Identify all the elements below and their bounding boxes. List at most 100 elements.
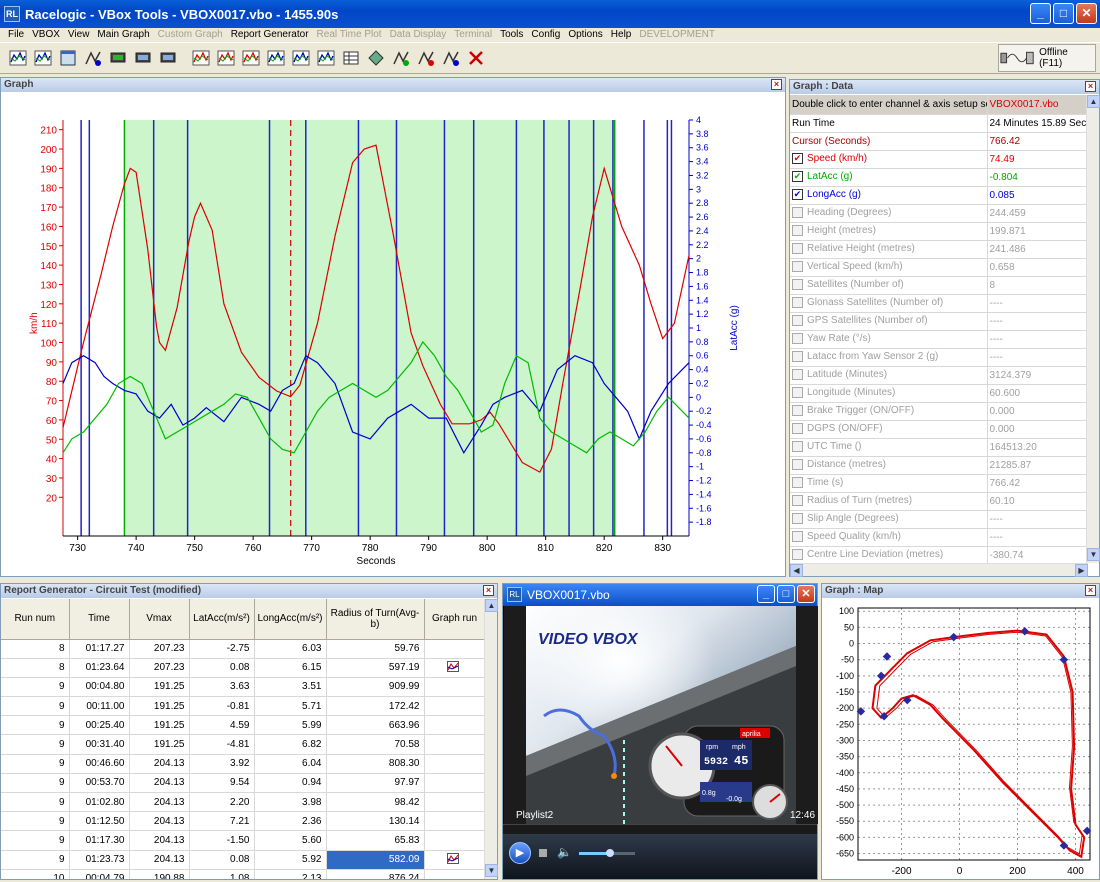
- channel-checkbox[interactable]: [792, 531, 803, 543]
- report-row[interactable]: 9 00:25.40 191.25 4.59 5.99 663.96: [1, 715, 485, 736]
- graph-run-icon[interactable]: [446, 660, 459, 672]
- data-row[interactable]: ✔ Speed (km/h) 74.49: [790, 150, 1086, 169]
- data-row[interactable]: Cursor (Seconds) 766.42: [790, 132, 1086, 151]
- graph-run-cell[interactable]: [424, 869, 485, 879]
- table-icon[interactable]: [339, 47, 362, 70]
- data-row[interactable]: ✔ LongAcc (g) 0.085: [790, 186, 1086, 205]
- scroll-left-arrow-icon[interactable]: ◀: [790, 564, 803, 577]
- maximize-button[interactable]: □: [1053, 3, 1074, 24]
- graph-run-cell[interactable]: [424, 773, 485, 794]
- channel-checkbox[interactable]: [792, 207, 803, 219]
- channel-checkbox[interactable]: [792, 495, 803, 507]
- data-row[interactable]: GPS Satellites (Number of) ----: [790, 312, 1086, 331]
- scroll-down-arrow-icon[interactable]: ▼: [1087, 548, 1100, 561]
- data-row[interactable]: Slip Angle (Degrees) ----: [790, 510, 1086, 529]
- data-row[interactable]: Vertical Speed (km/h) 0.658: [790, 258, 1086, 277]
- menu-item-config[interactable]: Config: [527, 28, 564, 42]
- bar-chart-red-icon[interactable]: [189, 47, 212, 70]
- offline-button[interactable]: Offline (F11): [998, 44, 1096, 72]
- compare-graph-icon[interactable]: [289, 47, 312, 70]
- menu-item-options[interactable]: Options: [564, 28, 606, 42]
- report-scroll-down-icon[interactable]: ▼: [485, 864, 498, 877]
- menu-item-help[interactable]: Help: [607, 28, 636, 42]
- graph-run-cell[interactable]: [424, 734, 485, 755]
- data-row[interactable]: Height (metres) 199.871: [790, 222, 1086, 241]
- report-column-header[interactable]: LatAcc(m/s²): [189, 599, 255, 640]
- channel-checkbox[interactable]: [792, 315, 803, 327]
- report-scrollbar[interactable]: ▲ ▼: [484, 599, 498, 879]
- data-row[interactable]: Glonass Satellites (Number of) ----: [790, 294, 1086, 313]
- channel-checkbox[interactable]: [792, 261, 803, 273]
- menu-item-main-graph[interactable]: Main Graph: [93, 28, 153, 42]
- report-scroll-up-icon[interactable]: ▲: [485, 599, 498, 612]
- report-panel-close-icon[interactable]: ×: [483, 585, 494, 596]
- graph-run-cell[interactable]: [424, 754, 485, 774]
- graph-run-cell[interactable]: [424, 830, 485, 851]
- report-row[interactable]: 9 00:46.60 204.13 3.92 6.04 808.30: [1, 754, 485, 774]
- channel-checkbox[interactable]: [792, 549, 803, 561]
- laptop-icon[interactable]: [156, 47, 179, 70]
- report-row[interactable]: 9 01:02.80 204.13 2.20 3.98 98.42: [1, 792, 485, 813]
- menu-item-report-generator[interactable]: Report Generator: [227, 28, 313, 42]
- scroll-right-arrow-icon[interactable]: ▶: [1075, 564, 1088, 577]
- graph-run-cell[interactable]: [424, 811, 485, 832]
- play-button-icon[interactable]: ▶: [509, 842, 531, 864]
- track-blue-icon[interactable]: [439, 47, 462, 70]
- graph-run-icon[interactable]: [446, 852, 459, 864]
- map-panel-close-icon[interactable]: ×: [1085, 585, 1096, 596]
- graph-run-cell[interactable]: [424, 677, 485, 698]
- report-column-header[interactable]: LongAcc(m/s²): [254, 599, 327, 640]
- data-row[interactable]: Radius of Turn (metres) 60.10: [790, 492, 1086, 511]
- channel-10-icon[interactable]: [264, 47, 287, 70]
- report-row[interactable]: 9 01:23.73 204.13 0.08 5.92 582.09: [1, 850, 485, 870]
- delete-icon[interactable]: [464, 47, 487, 70]
- report-row[interactable]: 9 00:53.70 204.13 9.54 0.94 97.97: [1, 773, 485, 794]
- data-row[interactable]: Time (s) 766.42: [790, 474, 1086, 493]
- report-row[interactable]: 8 01:23.64 207.23 0.08 6.15 597.19: [1, 658, 485, 678]
- report-row[interactable]: 9 00:11.00 191.25 -0.81 5.71 172.42: [1, 696, 485, 717]
- channel-checkbox[interactable]: [792, 243, 803, 255]
- volume-icon[interactable]: 🔈: [557, 845, 572, 859]
- track-graph-icon[interactable]: [81, 47, 104, 70]
- video-close-button[interactable]: ✕: [797, 585, 815, 603]
- bar-chart-dashed-icon[interactable]: [214, 47, 237, 70]
- channel-checkbox[interactable]: [792, 459, 803, 471]
- data-panel-hscrollbar[interactable]: ◀ ▶: [790, 563, 1088, 577]
- diamond-icon[interactable]: [364, 47, 387, 70]
- report-row[interactable]: 10 00:04.79 190.88 1.08 2.13 876.24: [1, 869, 485, 879]
- menu-item-view[interactable]: View: [64, 28, 94, 42]
- minimize-button[interactable]: _: [1030, 3, 1051, 24]
- track-red-icon[interactable]: [414, 47, 437, 70]
- channel-checkbox[interactable]: [792, 279, 803, 291]
- menu-item-tools[interactable]: Tools: [496, 28, 527, 42]
- channel-checkbox[interactable]: [792, 441, 803, 453]
- data-row[interactable]: Heading (Degrees) 244.459: [790, 204, 1086, 223]
- video-minimize-button[interactable]: _: [757, 585, 775, 603]
- report-row[interactable]: 9 00:31.40 191.25 -4.81 6.82 70.58: [1, 734, 485, 755]
- report-column-header[interactable]: Vmax: [129, 599, 190, 640]
- data-row[interactable]: Centre Line Deviation (metres) -380.74: [790, 546, 1086, 563]
- channel-checkbox[interactable]: [792, 351, 803, 363]
- graph-zoom-icon[interactable]: [31, 47, 54, 70]
- report-row[interactable]: 8 01:17.27 207.23 -2.75 6.03 59.76: [1, 639, 485, 659]
- volume-slider[interactable]: [579, 849, 635, 857]
- report-column-header[interactable]: Run num: [1, 599, 70, 640]
- line-graph-icon[interactable]: [6, 47, 29, 70]
- data-row[interactable]: Run Time 24 Minutes 15.89 Seco: [790, 114, 1086, 133]
- graph-run-cell[interactable]: [424, 696, 485, 717]
- video-seek-bar[interactable]: [503, 824, 817, 834]
- channel-checkbox[interactable]: [792, 369, 803, 381]
- channel-checkbox[interactable]: ✔: [792, 189, 803, 201]
- data-row[interactable]: Latacc from Yaw Sensor 2 (g) ----: [790, 348, 1086, 367]
- bar-chart-stacked-icon[interactable]: [239, 47, 262, 70]
- data-panel-scrollbar[interactable]: ▲ ▼: [1086, 95, 1100, 563]
- report-row[interactable]: 9 01:17.30 204.13 -1.50 5.60 65.83: [1, 830, 485, 851]
- channel-checkbox[interactable]: [792, 423, 803, 435]
- graph-run-cell[interactable]: [424, 658, 485, 678]
- menu-item-vbox[interactable]: VBOX: [28, 28, 64, 42]
- data-row[interactable]: UTC Time () 164513.20: [790, 438, 1086, 457]
- track-green-icon[interactable]: [389, 47, 412, 70]
- data-row[interactable]: DGPS (ON/OFF) 0.000: [790, 420, 1086, 439]
- graph-run-cell[interactable]: [424, 792, 485, 813]
- video-maximize-button[interactable]: □: [777, 585, 795, 603]
